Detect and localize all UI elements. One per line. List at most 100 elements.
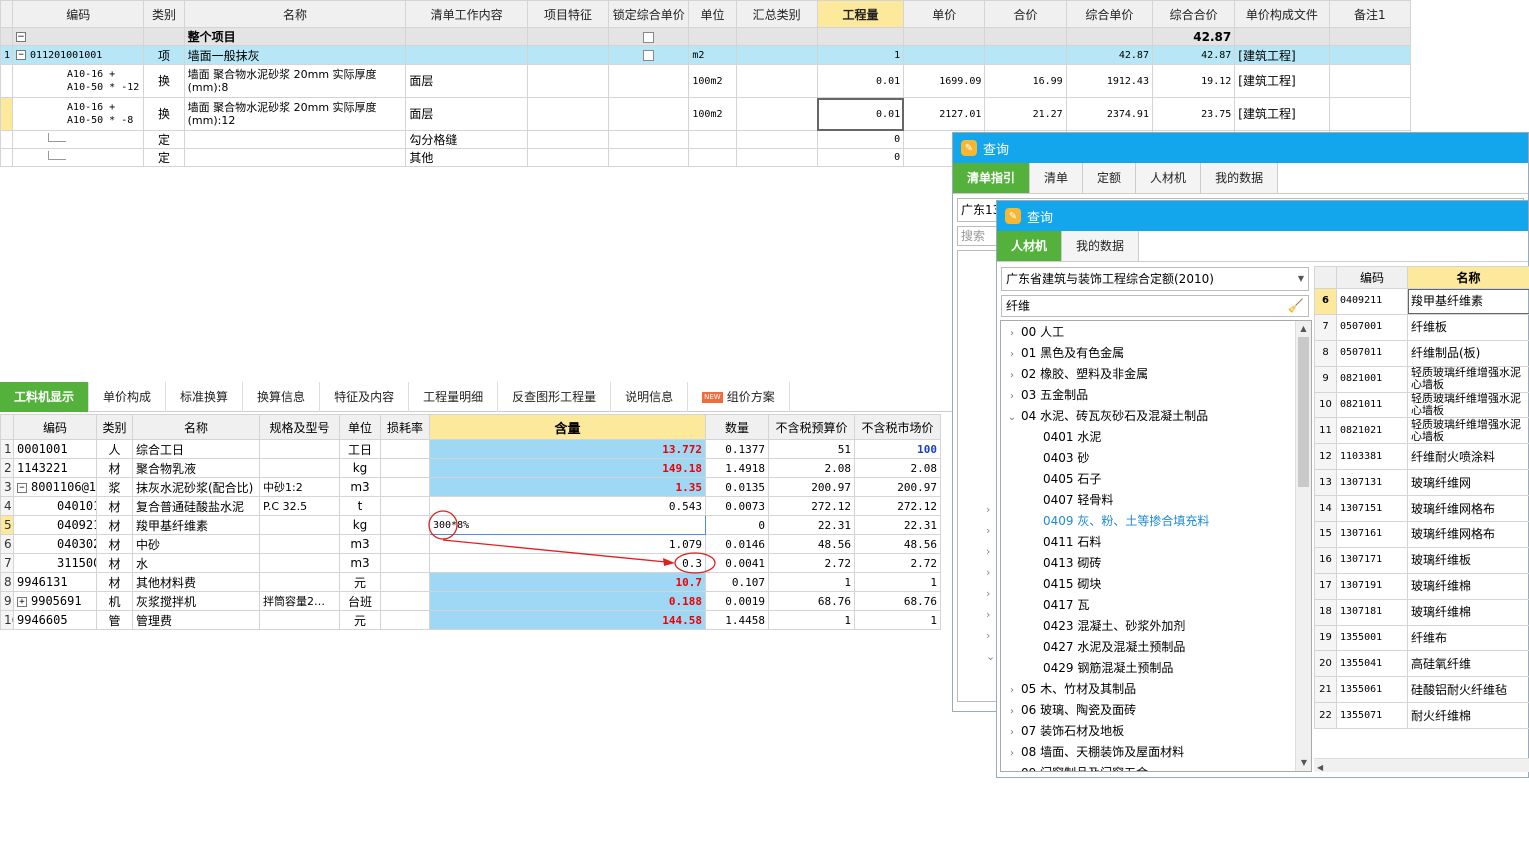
col-header-note[interactable]: 备注1 xyxy=(1328,0,1412,28)
table-row[interactable]: 2 1143221 材聚合物乳液 kg 149.18 1.4918 2.08 2.08 xyxy=(0,458,941,478)
col-header-code[interactable]: 编码 xyxy=(1336,266,1408,289)
chevron-right-icon[interactable]: › xyxy=(1003,701,1021,722)
scroll-up-icon[interactable]: ▲ xyxy=(1296,321,1311,337)
resource-name[interactable]: 综合工日 xyxy=(132,439,260,459)
tree-item[interactable]: 0411 石料 xyxy=(1001,532,1294,553)
col-header-content[interactable]: 含量 xyxy=(429,414,706,440)
loss-rate[interactable] xyxy=(380,496,430,516)
collapse-toggle[interactable]: − xyxy=(16,32,27,42)
col-header-price[interactable]: 单价 xyxy=(903,0,986,28)
table-row[interactable]: 169946605管管理费元144.581.445811 xyxy=(0,610,941,630)
col-header-work-content[interactable]: 清单工作内容 xyxy=(405,0,528,28)
market-price[interactable]: 48.56 xyxy=(854,534,941,554)
loss-rate[interactable] xyxy=(380,515,430,535)
chevron-right-icon[interactable]: › xyxy=(1003,680,1021,701)
tab-conversion-info[interactable]: 换算信息 xyxy=(243,382,321,412)
tree-item[interactable]: › 02 橡胶、塑料及非金属 xyxy=(1001,364,1294,385)
table-row[interactable]: 20 1355041 高硅氧纤维 xyxy=(1314,650,1529,678)
resource-spec[interactable] xyxy=(259,458,340,478)
col-header-price-file[interactable]: 单价构成文件 xyxy=(1234,0,1330,28)
col-header-code[interactable]: 编码 xyxy=(12,0,145,28)
content-cell[interactable]: 144.58 xyxy=(429,610,706,630)
chevron-right-icon[interactable]: › xyxy=(1003,386,1021,407)
table-row[interactable]: 18 1307181 玻璃纤维棉 xyxy=(1314,598,1529,626)
resource-spec[interactable] xyxy=(259,553,340,573)
tab-resources[interactable]: 人材机 xyxy=(1136,163,1202,193)
col-header-features[interactable]: 项目特征 xyxy=(526,0,610,28)
material-name[interactable]: 玻璃纤维网格布 xyxy=(1407,495,1529,523)
content-cell[interactable]: 149.18 xyxy=(429,458,706,478)
tree-item[interactable]: 0415 砌块 xyxy=(1001,574,1294,595)
tab-features-content[interactable]: 特征及内容 xyxy=(320,382,410,412)
table-row[interactable]: 7 0507001 纤维板 xyxy=(1314,313,1529,341)
tab-quota[interactable]: 定额 xyxy=(1083,163,1137,193)
market-price[interactable]: 1 xyxy=(854,572,941,592)
lock-checkbox[interactable] xyxy=(643,31,655,43)
tree-item[interactable]: › 00 人工 xyxy=(1001,322,1294,343)
search-input[interactable]: 纤维 🧹 xyxy=(1001,295,1309,317)
loss-rate[interactable] xyxy=(380,553,430,573)
loss-rate[interactable] xyxy=(380,610,430,630)
loss-rate[interactable] xyxy=(380,458,430,478)
content-cell[interactable]: 0.543 xyxy=(429,496,706,516)
material-name[interactable]: 玻璃纤维棉 xyxy=(1407,572,1529,600)
col-header-lock-price[interactable]: 锁定综合单价 xyxy=(608,0,690,28)
content-cell[interactable]: 0.188 xyxy=(429,591,706,611)
tree-item[interactable]: 0423 混凝土、砂浆外加剂 xyxy=(1001,616,1294,637)
loss-rate[interactable] xyxy=(380,477,430,497)
tree-item[interactable]: › 05 木、竹材及其制品 xyxy=(1001,679,1294,700)
resource-name[interactable]: 抹灰水泥砂浆(配合比) xyxy=(132,477,260,497)
tree-item[interactable]: 0401 水泥 xyxy=(1001,427,1294,448)
col-header-type[interactable]: 类别 xyxy=(96,414,133,440)
library-select[interactable]: 广东省建筑与装饰工程综合定额(2010) ▼ xyxy=(1001,267,1309,291)
tree-item[interactable]: › 03 五金制品 xyxy=(1001,385,1294,406)
table-row[interactable]: 14 1307151 玻璃纤维网格布 xyxy=(1314,495,1529,523)
resource-spec[interactable]: 拌筒容量2… xyxy=(259,591,340,611)
table-row[interactable]: 9 +9905691 机灰浆搅拌机 拌筒容量2… 台班 0.188 0.0019 68.76 6… xyxy=(0,591,941,611)
loss-rate[interactable] xyxy=(380,572,430,592)
resource-spec[interactable] xyxy=(259,515,340,535)
tab-standard-conversion[interactable]: 标准换算 xyxy=(166,382,244,412)
clear-broom-icon[interactable]: 🧹 xyxy=(1288,297,1304,317)
table-row[interactable]: 1 0001001 人综合工日 工日 13.772 0.1377 51 100 xyxy=(0,439,941,459)
col-header-type[interactable]: 类别 xyxy=(143,0,185,28)
tab-description[interactable]: 说明信息 xyxy=(611,382,689,412)
loss-rate[interactable] xyxy=(380,439,430,459)
tree-item[interactable]: 0409 灰、粉、土等掺合填充料 xyxy=(1001,511,1294,532)
resource-spec[interactable] xyxy=(259,572,340,592)
col-header-amount[interactable]: 合价 xyxy=(984,0,1067,28)
tree-item[interactable]: 0403 砂 xyxy=(1001,448,1294,469)
content-cell[interactable]: 13.772 xyxy=(429,439,706,459)
col-header-quantity[interactable]: 工程量 xyxy=(816,0,905,28)
tree-item[interactable]: › 06 玻璃、陶瓷及面砖 xyxy=(1001,700,1294,721)
quantity-cell-focused[interactable]: 0.01 xyxy=(816,97,905,131)
tree-scrollbar[interactable]: ▲ ▼ xyxy=(1295,321,1311,771)
table-row[interactable]: 9 0821001 轻质玻璃纤维增强水泥心墙板 xyxy=(1314,365,1529,393)
col-header-summary-type[interactable]: 汇总类别 xyxy=(735,0,818,28)
tab-graphic-quantity[interactable]: 反查图形工程量 xyxy=(498,382,612,412)
chevron-right-icon[interactable]: › xyxy=(1003,743,1021,764)
table-row[interactable]: 60403021材中砂m31.0790.014648.5648.56 xyxy=(0,534,941,554)
table-row[interactable]: 13 1307131 玻璃纤维网 xyxy=(1314,469,1529,497)
col-header-name[interactable]: 名称 xyxy=(1407,266,1529,289)
tree-item[interactable]: 0413 砌砖 xyxy=(1001,553,1294,574)
tree-item[interactable]: ›09 门窗制品及门窗五金 xyxy=(1001,763,1294,771)
material-name[interactable]: 轻质玻璃纤维增强水泥心墙板 xyxy=(1407,417,1529,445)
chevron-down-icon[interactable]: ⌄ xyxy=(1003,407,1021,428)
total-row[interactable]: − 整个项目 42.87 xyxy=(0,27,1412,46)
resource-name[interactable]: 复合普通硅酸盐水泥 xyxy=(132,496,260,516)
table-row[interactable]: 73115001材水m30.30.00412.722.72 xyxy=(0,553,941,573)
content-edit-input[interactable]: 300*8% xyxy=(429,515,706,535)
table-row[interactable]: A10-16 + A10-50 * -12 换 墙面 聚合物水泥砂浆 20mm 实… xyxy=(0,64,1412,98)
table-row[interactable]: 22 1355071 耐火纤维棉 xyxy=(1314,702,1529,730)
tab-labor-material-machine[interactable]: 工料机显示 xyxy=(0,382,90,412)
market-price[interactable]: 22.31 xyxy=(854,515,941,535)
tree-item[interactable]: › 01 黑色及有色金属 xyxy=(1001,343,1294,364)
content-cell[interactable]: 0.3 xyxy=(429,553,706,573)
tab-pricing-scheme[interactable]: NEW 组价方案 xyxy=(688,382,790,412)
resource-spec[interactable] xyxy=(259,610,340,630)
resource-name[interactable]: 羧甲基纤维素 xyxy=(132,515,260,535)
market-price[interactable]: 100 xyxy=(854,439,941,459)
material-name[interactable]: 玻璃纤维网格布 xyxy=(1407,521,1529,548)
content-cell[interactable]: 1.35 xyxy=(429,477,706,497)
